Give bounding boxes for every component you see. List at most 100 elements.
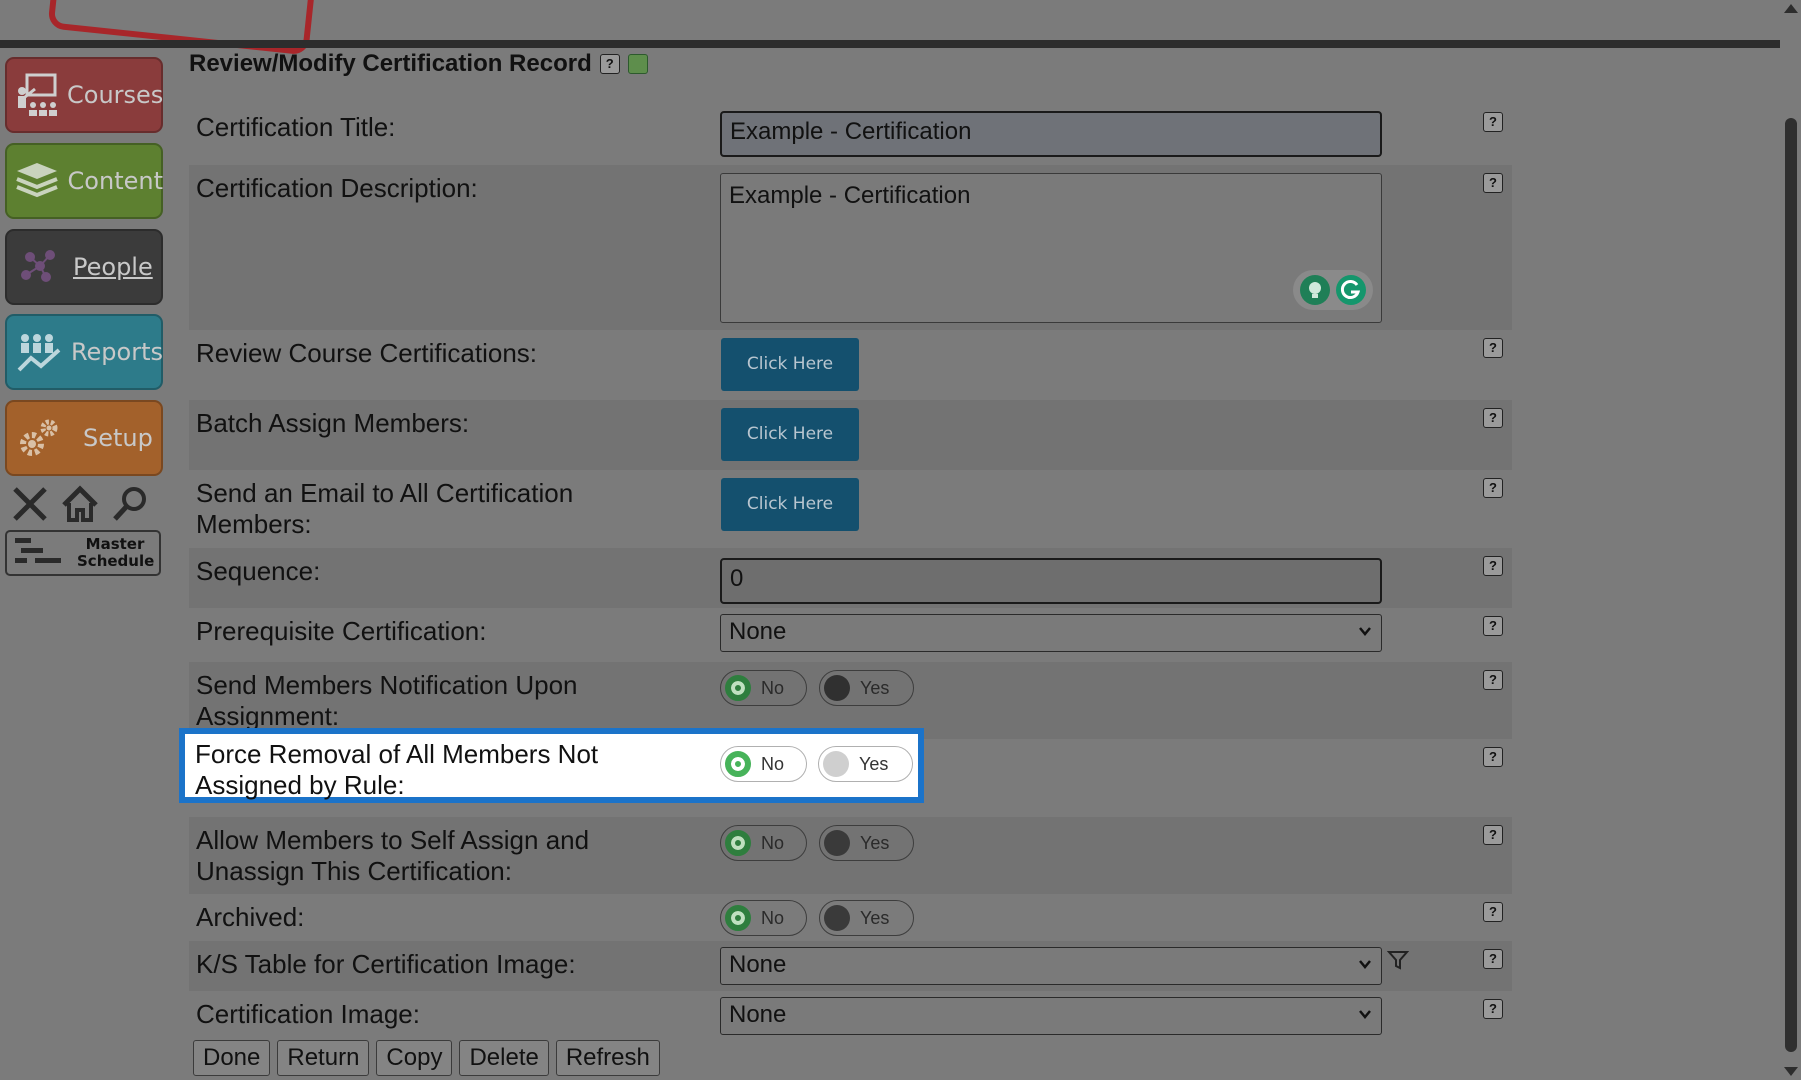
certification-title-label: Certification Title:	[196, 112, 396, 142]
force-removal-yes-option[interactable]: Yes	[818, 746, 913, 782]
form-actions: Done Return Copy Delete Refresh	[193, 1040, 660, 1076]
gears-icon	[13, 408, 67, 468]
nav-setup-label: Setup	[83, 424, 153, 452]
ks-table-select[interactable]: None	[720, 947, 1382, 985]
writing-assistant-badges[interactable]	[1293, 270, 1373, 310]
row-archived: Archived: No Yes ?	[189, 894, 1512, 941]
copy-button[interactable]: Copy	[376, 1040, 453, 1076]
notify-upon-assignment-label: Send Members Notification Upon Assignmen…	[196, 670, 578, 731]
force-removal-no-label: No	[761, 753, 785, 774]
row-batch-assign-members: Batch Assign Members: Click Here ?	[189, 400, 1512, 470]
help-icon[interactable]: ?	[1483, 949, 1503, 969]
help-icon[interactable]: ?	[1483, 670, 1503, 690]
force-removal-label: Force Removal of All Members Not Assigne…	[195, 739, 599, 800]
row-ks-table: K/S Table for Certification Image: None …	[189, 941, 1512, 991]
scroll-down-arrow-icon[interactable]	[1784, 1067, 1798, 1076]
vertical-scrollbar[interactable]	[1781, 0, 1801, 1080]
archived-label: Archived:	[196, 902, 305, 932]
nav-courses-label: Courses	[67, 81, 164, 109]
ks-table-label: K/S Table for Certification Image:	[196, 949, 576, 979]
nav-reports-label: Reports	[70, 338, 163, 366]
certification-description-label: Certification Description:	[196, 173, 478, 203]
nav-reports-button[interactable]: Reports	[5, 314, 163, 390]
batch-assign-members-label: Batch Assign Members:	[196, 408, 470, 438]
record-info-icon[interactable]	[627, 54, 648, 74]
prerequisite-certification-select[interactable]: None	[720, 614, 1382, 652]
certification-title-input[interactable]: Example - Certification	[720, 111, 1382, 157]
help-icon[interactable]: ?	[1483, 338, 1503, 358]
filter-icon[interactable]	[1386, 949, 1410, 976]
home-icon[interactable]	[58, 482, 102, 526]
notify-no-option[interactable]: No	[720, 670, 807, 706]
review-course-certifications-label: Review Course Certifications:	[196, 338, 538, 368]
self-assign-yes-option[interactable]: Yes	[819, 825, 914, 861]
batch-assign-members-button[interactable]: Click Here	[721, 408, 859, 461]
help-icon[interactable]: ?	[1483, 478, 1503, 498]
help-icon[interactable]: ?	[1483, 902, 1503, 922]
archived-yes-label: Yes	[860, 907, 890, 928]
delete-button[interactable]: Delete	[459, 1040, 549, 1076]
notify-yes-label: Yes	[860, 677, 890, 698]
nav-people-button[interactable]: People	[5, 229, 163, 305]
help-icon[interactable]: ?	[1483, 616, 1503, 636]
help-icon[interactable]: ?	[1483, 999, 1503, 1019]
close-icon[interactable]	[8, 482, 52, 526]
grammarly-g-icon[interactable]	[1336, 275, 1367, 305]
certification-description-textarea[interactable]: Example - Certification	[720, 173, 1382, 323]
scrollbar-thumb[interactable]	[1785, 118, 1797, 1052]
schedule-bars-icon	[13, 534, 63, 573]
chevron-down-icon	[1359, 1010, 1371, 1019]
lightbulb-icon[interactable]	[1299, 275, 1330, 305]
certification-image-select[interactable]: None	[720, 997, 1382, 1035]
help-icon[interactable]: ?	[1483, 556, 1503, 576]
sequence-label: Sequence:	[196, 556, 321, 586]
prerequisite-certification-value: None	[729, 618, 787, 645]
row-review-course-certifications: Review Course Certifications: Click Here…	[189, 330, 1512, 400]
self-assign-no-option[interactable]: No	[720, 825, 807, 861]
certification-image-label: Certification Image:	[196, 999, 420, 1029]
help-icon[interactable]: ?	[1483, 408, 1503, 428]
scroll-up-arrow-icon[interactable]	[1784, 4, 1798, 13]
help-icon[interactable]: ?	[1483, 825, 1503, 845]
archived-yes-option[interactable]: Yes	[819, 900, 914, 936]
nav-people-label: People	[73, 253, 153, 281]
notify-yes-option[interactable]: Yes	[819, 670, 914, 706]
row-self-assign: Allow Members to Self Assign and Unassig…	[189, 817, 1512, 894]
row-prerequisite-certification: Prerequisite Certification: None ?	[189, 608, 1512, 662]
nav-setup-button[interactable]: Setup	[5, 400, 163, 476]
review-course-certifications-button[interactable]: Click Here	[721, 338, 859, 391]
force-removal-no-option[interactable]: No	[720, 746, 807, 782]
help-icon[interactable]: ?	[1483, 173, 1503, 193]
help-icon[interactable]: ?	[1483, 747, 1503, 767]
help-icon[interactable]: ?	[1483, 112, 1503, 132]
chevron-down-icon	[1359, 960, 1371, 969]
classroom-icon	[13, 65, 61, 125]
force-removal-yes-label: Yes	[859, 753, 889, 774]
reports-trend-icon	[13, 322, 65, 382]
refresh-button[interactable]: Refresh	[555, 1040, 660, 1076]
radio-unselected-icon	[824, 675, 850, 701]
self-assign-label: Allow Members to Self Assign and Unassig…	[196, 825, 590, 886]
nav-content-button[interactable]: Content	[5, 143, 163, 219]
row-certification-image: Certification Image: None ?	[189, 991, 1512, 1041]
done-button[interactable]: Done	[193, 1040, 271, 1076]
master-schedule-button[interactable]: Master Schedule	[5, 530, 161, 576]
prerequisite-certification-label: Prerequisite Certification:	[196, 616, 487, 646]
certification-image-value: None	[729, 1001, 787, 1028]
sequence-input[interactable]: 0	[720, 558, 1382, 604]
search-icon[interactable]	[108, 482, 152, 526]
radio-unselected-icon	[823, 751, 849, 777]
send-email-button[interactable]: Click Here	[721, 478, 859, 531]
nav-courses-button[interactable]: Courses	[5, 57, 163, 133]
chevron-down-icon	[1359, 627, 1371, 636]
help-icon[interactable]: ?	[599, 54, 620, 74]
header-divider	[0, 40, 1780, 48]
radio-selected-icon	[725, 675, 751, 701]
archived-no-option[interactable]: No	[720, 900, 807, 936]
return-button[interactable]: Return	[277, 1040, 370, 1076]
row-send-email: Send an Email to All Certification Membe…	[189, 470, 1512, 548]
radio-selected-icon	[725, 830, 751, 856]
row-sequence: Sequence: 0 ?	[189, 548, 1512, 608]
self-assign-yes-label: Yes	[860, 832, 890, 853]
master-schedule-label-line1: Master	[85, 535, 145, 553]
